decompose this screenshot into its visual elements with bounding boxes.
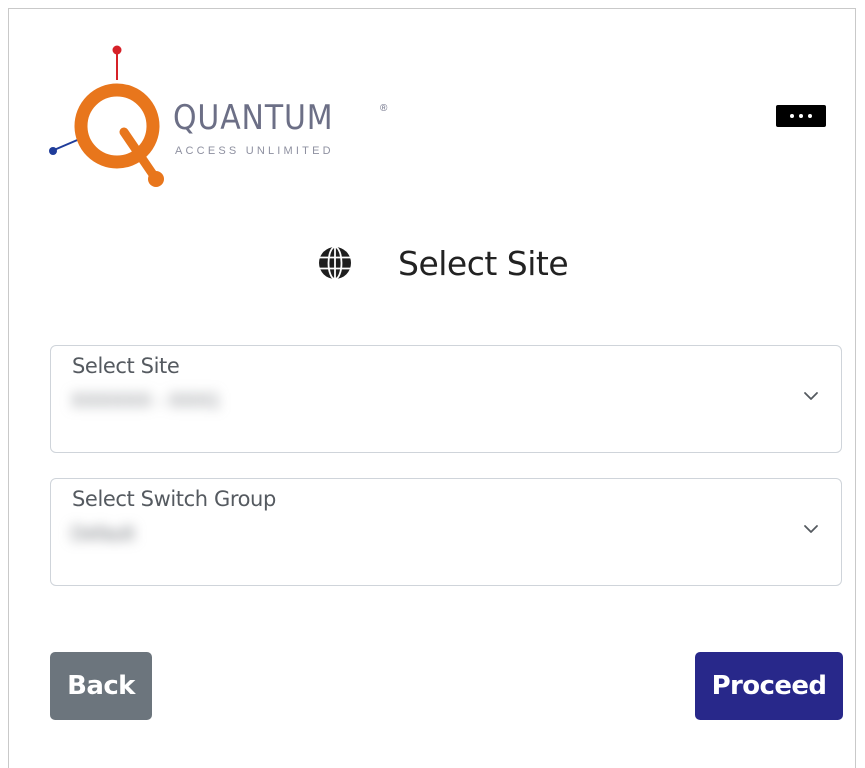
ellipsis-icon — [790, 114, 794, 118]
site-select-value: XXXXXX - XXX1 — [71, 390, 220, 412]
page-title: Select Site — [398, 243, 569, 283]
proceed-button[interactable]: Proceed — [695, 652, 843, 720]
site-select-label: Select Site — [72, 354, 180, 378]
brand-tagline: ACCESS UNLIMITED — [175, 145, 334, 157]
chevron-down-icon — [804, 525, 818, 533]
page-heading: Select Site — [318, 238, 569, 288]
back-button[interactable]: Back — [50, 652, 152, 720]
brand-name: QUANTUM — [173, 98, 334, 138]
site-select[interactable]: Select Site XXXXXX - XXX1 — [50, 345, 842, 453]
globe-icon — [319, 246, 351, 280]
chevron-down-icon — [804, 392, 818, 400]
more-options-button[interactable] — [776, 105, 826, 127]
switch-group-select-value: Default — [71, 523, 135, 545]
quantum-logo-mark-icon — [49, 45, 164, 187]
registered-mark: ® — [380, 103, 388, 114]
switch-group-select[interactable]: Select Switch Group Default — [50, 478, 842, 586]
switch-group-select-label: Select Switch Group — [72, 487, 276, 511]
quantum-logo: QUANTUM ® ACCESS UNLIMITED — [40, 36, 400, 196]
